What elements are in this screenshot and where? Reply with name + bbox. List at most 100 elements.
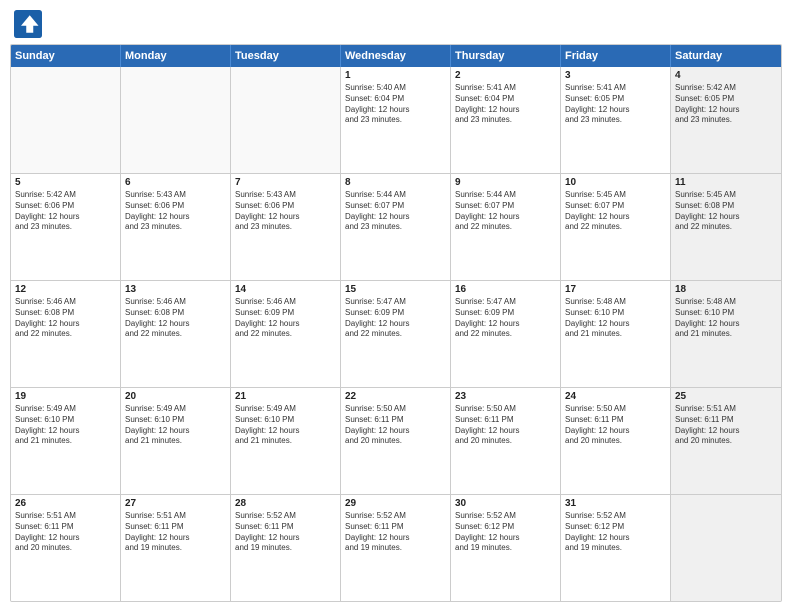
cell-info: Sunrise: 5:49 AM Sunset: 6:10 PM Dayligh… (15, 404, 116, 447)
calendar: SundayMondayTuesdayWednesdayThursdayFrid… (10, 44, 782, 602)
cal-cell-day-12: 12 Sunrise: 5:46 AM Sunset: 6:08 PM Dayli… (11, 281, 121, 387)
day-number: 4 (675, 70, 777, 81)
day-number: 31 (565, 498, 666, 509)
day-number: 8 (345, 177, 446, 188)
calendar-row-3: 19 Sunrise: 5:49 AM Sunset: 6:10 PM Dayli… (11, 388, 781, 495)
cal-cell-day-26: 26 Sunrise: 5:51 AM Sunset: 6:11 PM Dayli… (11, 495, 121, 601)
cal-cell-day-18: 18 Sunrise: 5:48 AM Sunset: 6:10 PM Dayli… (671, 281, 781, 387)
cell-info: Sunrise: 5:48 AM Sunset: 6:10 PM Dayligh… (675, 297, 777, 340)
cal-cell-day-2: 2Sunrise: 5:41 AM Sunset: 6:04 PM Daylig… (451, 67, 561, 173)
day-number: 29 (345, 498, 446, 509)
cal-cell-day-6: 6 Sunrise: 5:43 AM Sunset: 6:06 PM Daylig… (121, 174, 231, 280)
day-number: 26 (15, 498, 116, 509)
day-number: 6 (125, 177, 226, 188)
cell-info: Sunrise: 5:47 AM Sunset: 6:09 PM Dayligh… (455, 297, 556, 340)
cal-cell-day-4: 4 Sunrise: 5:42 AM Sunset: 6:05 PM Daylig… (671, 67, 781, 173)
cal-cell-day-27: 27 Sunrise: 5:51 AM Sunset: 6:11 PM Dayli… (121, 495, 231, 601)
cal-cell-day-17: 17 Sunrise: 5:48 AM Sunset: 6:10 PM Dayli… (561, 281, 671, 387)
cal-cell-day-19: 19 Sunrise: 5:49 AM Sunset: 6:10 PM Dayli… (11, 388, 121, 494)
weekday-header-thursday: Thursday (451, 45, 561, 67)
day-number: 16 (455, 284, 556, 295)
day-number: 1 (345, 70, 446, 81)
calendar-header: SundayMondayTuesdayWednesdayThursdayFrid… (11, 45, 781, 67)
day-number: 27 (125, 498, 226, 509)
calendar-row-1: 5 Sunrise: 5:42 AM Sunset: 6:06 PM Daylig… (11, 174, 781, 281)
cell-info: Sunrise: 5:46 AM Sunset: 6:08 PM Dayligh… (15, 297, 116, 340)
cal-cell-day-3: 3 Sunrise: 5:41 AM Sunset: 6:05 PM Daylig… (561, 67, 671, 173)
cell-info: Sunrise: 5:49 AM Sunset: 6:10 PM Dayligh… (125, 404, 226, 447)
day-number: 15 (345, 284, 446, 295)
cell-info: Sunrise: 5:41 AM Sunset: 6:05 PM Dayligh… (565, 83, 666, 126)
cal-cell-day-22: 22 Sunrise: 5:50 AM Sunset: 6:11 PM Dayli… (341, 388, 451, 494)
cell-info: Sunrise: 5:51 AM Sunset: 6:11 PM Dayligh… (15, 511, 116, 554)
day-number: 23 (455, 391, 556, 402)
cal-cell-day-16: 16 Sunrise: 5:47 AM Sunset: 6:09 PM Dayli… (451, 281, 561, 387)
cell-info: Sunrise: 5:48 AM Sunset: 6:10 PM Dayligh… (565, 297, 666, 340)
day-number: 7 (235, 177, 336, 188)
header (10, 10, 782, 38)
cell-info: Sunrise: 5:43 AM Sunset: 6:06 PM Dayligh… (125, 190, 226, 233)
day-number: 11 (675, 177, 777, 188)
day-number: 19 (15, 391, 116, 402)
weekday-header-saturday: Saturday (671, 45, 781, 67)
day-number: 22 (345, 391, 446, 402)
cal-cell-empty-0-2 (231, 67, 341, 173)
day-number: 17 (565, 284, 666, 295)
cell-info: Sunrise: 5:52 AM Sunset: 6:11 PM Dayligh… (235, 511, 336, 554)
day-number: 24 (565, 391, 666, 402)
cell-info: Sunrise: 5:52 AM Sunset: 6:12 PM Dayligh… (565, 511, 666, 554)
logo-icon (14, 10, 42, 38)
day-number: 13 (125, 284, 226, 295)
cell-info: Sunrise: 5:46 AM Sunset: 6:09 PM Dayligh… (235, 297, 336, 340)
day-number: 2 (455, 70, 556, 81)
day-number: 5 (15, 177, 116, 188)
cal-cell-day-23: 23 Sunrise: 5:50 AM Sunset: 6:11 PM Dayli… (451, 388, 561, 494)
cal-cell-day-29: 29 Sunrise: 5:52 AM Sunset: 6:11 PM Dayli… (341, 495, 451, 601)
weekday-header-monday: Monday (121, 45, 231, 67)
logo (14, 10, 46, 38)
weekday-header-sunday: Sunday (11, 45, 121, 67)
cal-cell-empty-0-1 (121, 67, 231, 173)
cell-info: Sunrise: 5:52 AM Sunset: 6:12 PM Dayligh… (455, 511, 556, 554)
cal-cell-day-24: 24Sunrise: 5:50 AM Sunset: 6:11 PM Dayli… (561, 388, 671, 494)
weekday-header-wednesday: Wednesday (341, 45, 451, 67)
cell-info: Sunrise: 5:42 AM Sunset: 6:06 PM Dayligh… (15, 190, 116, 233)
day-number: 28 (235, 498, 336, 509)
day-number: 18 (675, 284, 777, 295)
cal-cell-day-25: 25 Sunrise: 5:51 AM Sunset: 6:11 PM Dayli… (671, 388, 781, 494)
cell-info: Sunrise: 5:51 AM Sunset: 6:11 PM Dayligh… (675, 404, 777, 447)
cell-info: Sunrise: 5:42 AM Sunset: 6:05 PM Dayligh… (675, 83, 777, 126)
cell-info: Sunrise: 5:45 AM Sunset: 6:07 PM Dayligh… (565, 190, 666, 233)
calendar-body: 1 Sunrise: 5:40 AM Sunset: 6:04 PM Daylig… (11, 67, 781, 601)
cal-cell-day-31: 31 Sunrise: 5:52 AM Sunset: 6:12 PM Dayli… (561, 495, 671, 601)
cell-info: Sunrise: 5:51 AM Sunset: 6:11 PM Dayligh… (125, 511, 226, 554)
day-number: 21 (235, 391, 336, 402)
cal-cell-day-30: 30Sunrise: 5:52 AM Sunset: 6:12 PM Dayli… (451, 495, 561, 601)
day-number: 12 (15, 284, 116, 295)
weekday-header-tuesday: Tuesday (231, 45, 341, 67)
cell-info: Sunrise: 5:49 AM Sunset: 6:10 PM Dayligh… (235, 404, 336, 447)
day-number: 3 (565, 70, 666, 81)
day-number: 20 (125, 391, 226, 402)
day-number: 9 (455, 177, 556, 188)
cell-info: Sunrise: 5:52 AM Sunset: 6:11 PM Dayligh… (345, 511, 446, 554)
cal-cell-day-20: 20 Sunrise: 5:49 AM Sunset: 6:10 PM Dayli… (121, 388, 231, 494)
cal-cell-empty-0-0 (11, 67, 121, 173)
cal-cell-day-14: 14 Sunrise: 5:46 AM Sunset: 6:09 PM Dayli… (231, 281, 341, 387)
cell-info: Sunrise: 5:47 AM Sunset: 6:09 PM Dayligh… (345, 297, 446, 340)
day-number: 25 (675, 391, 777, 402)
cal-cell-day-21: 21 Sunrise: 5:49 AM Sunset: 6:10 PM Dayli… (231, 388, 341, 494)
day-number: 14 (235, 284, 336, 295)
cal-cell-day-13: 13Sunrise: 5:46 AM Sunset: 6:08 PM Dayli… (121, 281, 231, 387)
cell-info: Sunrise: 5:40 AM Sunset: 6:04 PM Dayligh… (345, 83, 446, 126)
cell-info: Sunrise: 5:50 AM Sunset: 6:11 PM Dayligh… (455, 404, 556, 447)
cal-cell-day-1: 1 Sunrise: 5:40 AM Sunset: 6:04 PM Daylig… (341, 67, 451, 173)
cal-cell-empty-4-6 (671, 495, 781, 601)
cal-cell-day-28: 28 Sunrise: 5:52 AM Sunset: 6:11 PM Dayli… (231, 495, 341, 601)
cell-info: Sunrise: 5:44 AM Sunset: 6:07 PM Dayligh… (345, 190, 446, 233)
cell-info: Sunrise: 5:43 AM Sunset: 6:06 PM Dayligh… (235, 190, 336, 233)
page: SundayMondayTuesdayWednesdayThursdayFrid… (0, 0, 792, 612)
cal-cell-day-8: 8 Sunrise: 5:44 AM Sunset: 6:07 PM Daylig… (341, 174, 451, 280)
cell-info: Sunrise: 5:50 AM Sunset: 6:11 PM Dayligh… (345, 404, 446, 447)
cell-info: Sunrise: 5:45 AM Sunset: 6:08 PM Dayligh… (675, 190, 777, 233)
